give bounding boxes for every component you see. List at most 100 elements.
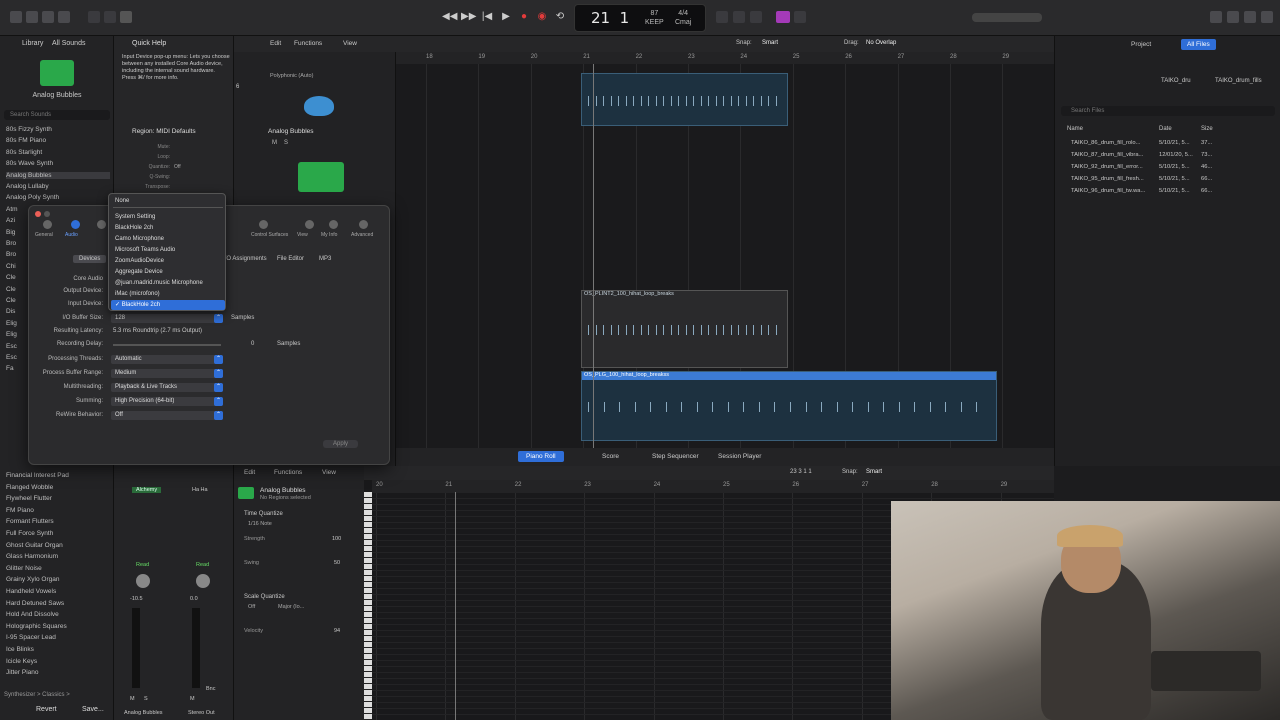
subtab-mp3[interactable]: MP3 — [319, 256, 331, 262]
subtab-file-editor[interactable]: File Editor — [277, 256, 304, 262]
revert-button[interactable]: Revert — [36, 706, 57, 713]
time-quantize-select[interactable]: 1/16 Note — [248, 521, 272, 527]
menu-item[interactable]: Aggregate Device — [115, 267, 223, 277]
editors-icon[interactable] — [120, 11, 132, 23]
tuner-icon[interactable] — [716, 11, 728, 23]
record-icon[interactable]: ● — [517, 10, 531, 24]
tab-score[interactable]: Score — [594, 451, 627, 462]
library-item[interactable]: Hold And Dissolve — [6, 611, 110, 618]
tab-piano-roll[interactable]: Piano Roll — [518, 451, 564, 462]
loop-browser-icon[interactable] — [1244, 11, 1256, 23]
strip1-instrument-slot[interactable]: Alchemy — [132, 487, 162, 493]
audio-region-1[interactable] — [581, 73, 788, 126]
library-item[interactable]: Ice Blinks — [6, 646, 110, 653]
region-inspector-title[interactable]: Region: MIDI Defaults — [132, 128, 196, 135]
library-item[interactable]: Full Force Synth — [6, 530, 110, 537]
track-mute-button[interactable]: M — [272, 140, 277, 146]
menu-item[interactable]: Microsoft Teams Audio — [115, 245, 223, 255]
menu-item[interactable]: @juan.madrid.music Microphone — [115, 278, 223, 288]
forward-icon[interactable]: ▶▶ — [461, 10, 476, 24]
metronome-badge[interactable] — [776, 11, 790, 23]
library-item[interactable]: Ghost Guitar Organ — [6, 542, 110, 549]
library-item[interactable]: Formant Flutters — [6, 518, 110, 525]
library-toggle-icon[interactable] — [10, 11, 22, 23]
file-name[interactable]: TAIKO_92_drum_fill_error... — [1071, 164, 1143, 170]
library-item[interactable]: 80s FM Piano — [6, 137, 110, 144]
threads-select[interactable]: Automatic ⌃ — [111, 355, 223, 364]
count-in-icon[interactable] — [750, 11, 762, 23]
pr-menu-view[interactable]: View — [322, 469, 336, 476]
pref-tab-6[interactable]: View — [297, 232, 308, 238]
pr-menu-functions[interactable]: Functions — [274, 469, 302, 476]
strip1-pan-knob[interactable] — [136, 574, 150, 588]
tab-step-sequencer[interactable]: Step Sequencer — [644, 451, 707, 462]
menu-item[interactable]: ✓ BlackHole 2ch — [111, 300, 225, 310]
menu-item[interactable]: None — [115, 196, 223, 206]
lcd-display[interactable]: 21 1 87 KEEP 4/4 Cmaj — [574, 4, 706, 32]
menu-item[interactable]: ZoomAudioDevice — [115, 256, 223, 266]
col-name[interactable]: Name — [1067, 126, 1083, 132]
multithreading-select[interactable]: Playback & Live Tracks ⌃ — [111, 383, 223, 392]
capture-recording-icon[interactable]: ◉ — [535, 10, 549, 24]
strip1-automation[interactable]: Read — [136, 562, 149, 568]
library-item[interactable]: 80s Fizzy Synth — [6, 126, 110, 133]
strip2-pan-knob[interactable] — [196, 574, 210, 588]
library-item[interactable]: Flywheel Flutter — [6, 495, 110, 502]
library-item[interactable]: Hard Detuned Saws — [6, 600, 110, 607]
library-item[interactable]: I-95 Spacer Lead — [6, 634, 110, 641]
strip2-fader[interactable] — [192, 608, 200, 688]
library-item[interactable]: Analog Lullaby — [6, 183, 110, 190]
quantize-value[interactable]: Off — [174, 164, 181, 170]
list-editors-icon[interactable] — [1210, 11, 1222, 23]
library-item[interactable]: Holographic Squares — [6, 623, 110, 630]
menu-item[interactable]: Camo Microphone — [115, 234, 223, 244]
tab-project[interactable]: Project — [1131, 41, 1151, 48]
library-filter[interactable]: All Sounds — [52, 40, 85, 47]
snap-select[interactable]: Smart — [762, 40, 778, 46]
master-volume-slider[interactable] — [972, 13, 1042, 22]
track-name-1[interactable]: Polyphonic (Auto) — [270, 73, 313, 79]
timeline-ruler[interactable]: 18 19 20 21 22 23 24 25 26 27 28 29 — [396, 52, 1054, 64]
library-item[interactable]: Glitter Noise — [6, 565, 110, 572]
strip1-fader[interactable] — [132, 608, 140, 688]
rewire-select[interactable]: Off ⌃ — [111, 411, 223, 420]
browser-search-input[interactable]: Search Files — [1061, 106, 1275, 116]
pref-tab-7[interactable]: My Info — [321, 232, 337, 238]
save-button[interactable]: Save... — [82, 706, 104, 713]
file-name[interactable]: TAIKO_86_drum_fill_rolo... — [1071, 140, 1141, 146]
library-item[interactable]: Analog Bubbles — [6, 171, 110, 179]
library-item[interactable]: 80s Starlight — [6, 149, 110, 156]
bounce-button[interactable]: Bnc — [206, 686, 215, 692]
playhead[interactable] — [593, 64, 594, 466]
track-solo-button[interactable]: S — [284, 140, 288, 146]
col-date[interactable]: Date — [1159, 126, 1172, 132]
buffer-range-select[interactable]: Medium ⌃ — [111, 369, 223, 378]
strip2-mute[interactable]: M — [190, 696, 195, 702]
buffer-size-select[interactable]: 128 ⌃ — [111, 314, 223, 323]
file-name[interactable]: TAIKO_87_drum_fill_vibra... — [1071, 152, 1143, 158]
minimize-icon[interactable] — [44, 211, 50, 217]
menu-item[interactable]: System Setting — [115, 212, 223, 222]
library-search-input[interactable]: Search Sounds — [4, 110, 110, 120]
library-item[interactable]: Jitter Piano — [6, 669, 110, 676]
col-size[interactable]: Size — [1201, 126, 1213, 132]
audio-region-2[interactable]: OS_PLINT2_100_hihat_loop_breaks — [581, 290, 788, 368]
library-item[interactable]: Grainy Xylo Organ — [6, 576, 110, 583]
browser-path-2[interactable]: TAIKO_drum_fills — [1215, 78, 1262, 84]
subtab-devices[interactable]: Devices — [73, 255, 107, 263]
pref-tab-8[interactable]: Advanced — [351, 232, 373, 238]
metronome-icon[interactable] — [794, 11, 806, 23]
library-item[interactable]: 80s Wave Synth — [6, 160, 110, 167]
pr-playhead[interactable] — [455, 492, 456, 720]
menu-functions[interactable]: Functions — [294, 40, 322, 47]
library-item[interactable]: Flanged Wobble — [6, 484, 110, 491]
pref-tab-0[interactable]: General — [35, 232, 53, 238]
menu-item[interactable]: BlackHole 2ch — [115, 223, 223, 233]
mixer-icon[interactable] — [104, 11, 116, 23]
toolbar-toggle-icon[interactable] — [58, 11, 70, 23]
recording-delay-slider[interactable] — [113, 344, 221, 346]
strip1-mute[interactable]: M — [130, 696, 135, 702]
track-name-2[interactable]: Analog Bubbles — [268, 128, 314, 135]
cycle-icon[interactable]: ⟲ — [553, 10, 567, 24]
strip2-slot[interactable]: Ha Ha — [192, 487, 208, 493]
